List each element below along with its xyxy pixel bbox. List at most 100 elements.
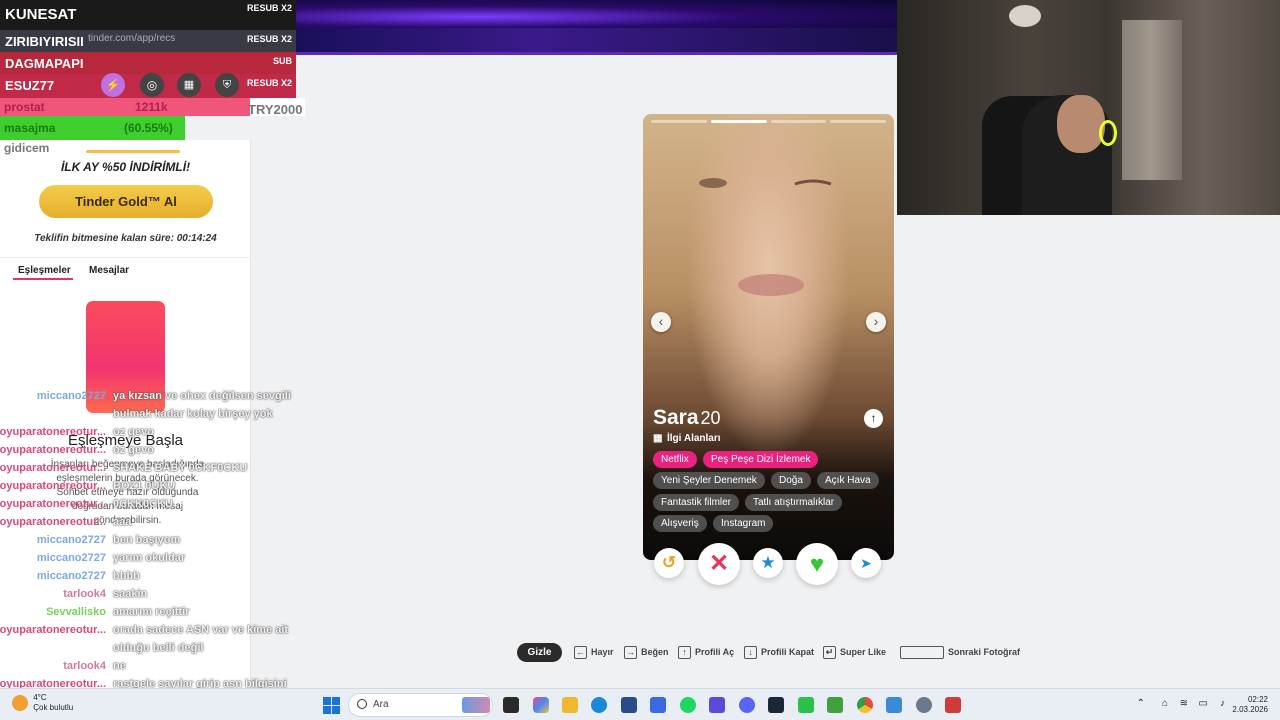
- system-clock[interactable]: 02:22 2.03.2026: [1232, 695, 1268, 715]
- chat-message: olduğu belli değil: [0, 642, 296, 660]
- key-space: [900, 646, 944, 659]
- app-icon[interactable]: [886, 697, 902, 713]
- chat-message: boyuparatonereotur... orada sadece ASN va…: [0, 624, 296, 642]
- copilot-icon[interactable]: [533, 697, 549, 713]
- hide-shortcuts-button[interactable]: Gizle: [517, 643, 562, 662]
- shortcut-label: Sonraki Fotoğraf: [948, 646, 1021, 657]
- chat-username: miccano2727: [36, 534, 106, 546]
- sub-alert-tag: SUB: [272, 56, 292, 66]
- app-icon[interactable]: [709, 697, 725, 713]
- chevron-up-icon[interactable]: ⌃: [1137, 698, 1145, 709]
- chat-message: boyuparatonereotur... oz gevo: [0, 444, 296, 462]
- chat-username: tarlook4: [63, 660, 106, 672]
- battery-icon[interactable]: ▭: [1199, 698, 1208, 709]
- volume-icon[interactable]: ♪: [1220, 698, 1225, 709]
- prev-photo-button[interactable]: ‹: [651, 312, 671, 332]
- key-up: ↑: [678, 646, 691, 659]
- chat-message: tarlook4 saakin: [0, 588, 296, 606]
- sub-alert-row: DAGMAPAPI SUB: [0, 52, 296, 74]
- tab-active-indicator: [13, 278, 73, 280]
- edge-icon[interactable]: [591, 697, 607, 713]
- key-left: ←: [574, 646, 587, 659]
- chat-username: miccano2727: [36, 552, 106, 564]
- like-button[interactable]: ♥: [796, 543, 838, 585]
- spotify-icon[interactable]: [680, 697, 696, 713]
- shortcut-close-profile: ↓ Profili Kapat: [744, 646, 814, 659]
- tab-matches[interactable]: Eşleşmeler: [18, 265, 71, 276]
- chrome-icon[interactable]: [857, 697, 873, 713]
- chat-text: orada sadece ASN var ve kime ait: [113, 624, 289, 636]
- sub-alert-name: KUNESAT: [5, 6, 77, 23]
- chat-text: ne: [113, 660, 126, 672]
- chat-username: boyuparatonereotur...: [0, 498, 106, 510]
- shortcut-label: Super Like: [840, 646, 887, 657]
- grid-icon: ▦: [653, 433, 663, 444]
- chat-text: amarım reçittir: [113, 606, 190, 618]
- tinder-gold-button[interactable]: Tinder Gold™ Al: [39, 185, 213, 218]
- shortcut-super-like: ↵ Super Like: [823, 646, 886, 659]
- weather-widget[interactable]: 4°C Çok bulutlu: [12, 693, 73, 713]
- goal-extra: TRY2000: [248, 102, 303, 117]
- network-icon[interactable]: ⌂: [1162, 698, 1168, 709]
- tab-messages[interactable]: Mesajlar: [89, 265, 129, 276]
- chat-username: tarlook4: [63, 588, 106, 600]
- x-icon: ✕: [708, 550, 730, 577]
- steam-icon[interactable]: [768, 697, 784, 713]
- wifi-icon[interactable]: ≋: [1180, 698, 1188, 709]
- boost-icon[interactable]: ⚡: [101, 73, 125, 97]
- profile-card[interactable]: ‹ › Sara 20 ↑ ▦ İlgi Alanları Netflix Peş P…: [643, 114, 894, 560]
- super-like-button[interactable]: ★: [753, 548, 783, 578]
- profile-name: Sara: [653, 406, 699, 429]
- shortcut-label: Beğen: [641, 646, 669, 657]
- interest-chip: Instagram: [713, 515, 774, 532]
- galaxy-banner-lower: [296, 28, 897, 52]
- obs-icon[interactable]: [945, 697, 961, 713]
- search-highlight-icon[interactable]: [462, 697, 490, 713]
- boost-send-button[interactable]: ➤: [851, 548, 881, 578]
- task-view-icon[interactable]: [503, 697, 519, 713]
- chat-message: boyuparatonereotur... aaa: [0, 516, 296, 534]
- nope-button[interactable]: ✕: [698, 543, 740, 585]
- game-icon[interactable]: [798, 697, 814, 713]
- interest-chip: Doğa: [771, 472, 811, 489]
- open-profile-button[interactable]: ↑: [864, 409, 883, 428]
- settings-gear-icon[interactable]: [916, 697, 932, 713]
- url-bar[interactable]: tinder.com/app/recs: [88, 33, 175, 44]
- send-icon: ➤: [860, 555, 872, 571]
- chat-message: bulmak kadar kolay birşey yok: [0, 408, 296, 426]
- discord-icon[interactable]: [739, 697, 755, 713]
- search-icon: [357, 699, 367, 709]
- whatsapp-icon[interactable]: [827, 697, 843, 713]
- mail-icon[interactable]: [650, 697, 666, 713]
- sub-alert-row: KUNESAT RESUB X2: [0, 0, 296, 30]
- store-icon[interactable]: [621, 697, 637, 713]
- interest-chip: Yeni Şeyler Denemek: [653, 472, 765, 489]
- chat-message: tarlook4 ne: [0, 660, 296, 678]
- interests-label: İlgi Alanları: [667, 433, 721, 444]
- galaxy-banner-edge: [296, 52, 897, 55]
- windows-start-icon[interactable]: [323, 697, 340, 714]
- shortcut-next-photo: Sonraki Fotoğraf: [900, 646, 1020, 659]
- donation-goal-fill: prostat 1211k: [0, 98, 250, 116]
- interest-chip: Netflix: [653, 451, 697, 468]
- explore-icon[interactable]: ◎: [140, 73, 164, 97]
- profile-photo-eyes: [699, 178, 832, 188]
- profile-name-row: Sara 20: [653, 406, 721, 430]
- briefcase-icon[interactable]: ▦: [177, 73, 201, 97]
- next-photo-button[interactable]: ›: [866, 312, 886, 332]
- goal-value: 1211k: [135, 100, 168, 114]
- chat-text: oz gevo: [113, 444, 154, 456]
- chevron-right-icon: ›: [873, 313, 879, 329]
- rewind-button[interactable]: ↺: [654, 548, 684, 578]
- chat-text: bbbb: [113, 570, 140, 582]
- interests-heading: ▦ İlgi Alanları: [653, 433, 721, 444]
- sub-alert-name: DAGMAPAPI: [5, 56, 84, 71]
- chat-text: ben başıyom: [113, 534, 181, 546]
- key-enter: ↵: [823, 646, 836, 659]
- weather-text: 4°C Çok bulutlu: [33, 693, 73, 713]
- file-explorer-icon[interactable]: [562, 697, 578, 713]
- goal-label: prostat: [4, 100, 45, 114]
- cloud-sun-icon: [12, 695, 28, 711]
- key-right: →: [624, 646, 637, 659]
- shield-icon[interactable]: ⛨: [215, 73, 239, 97]
